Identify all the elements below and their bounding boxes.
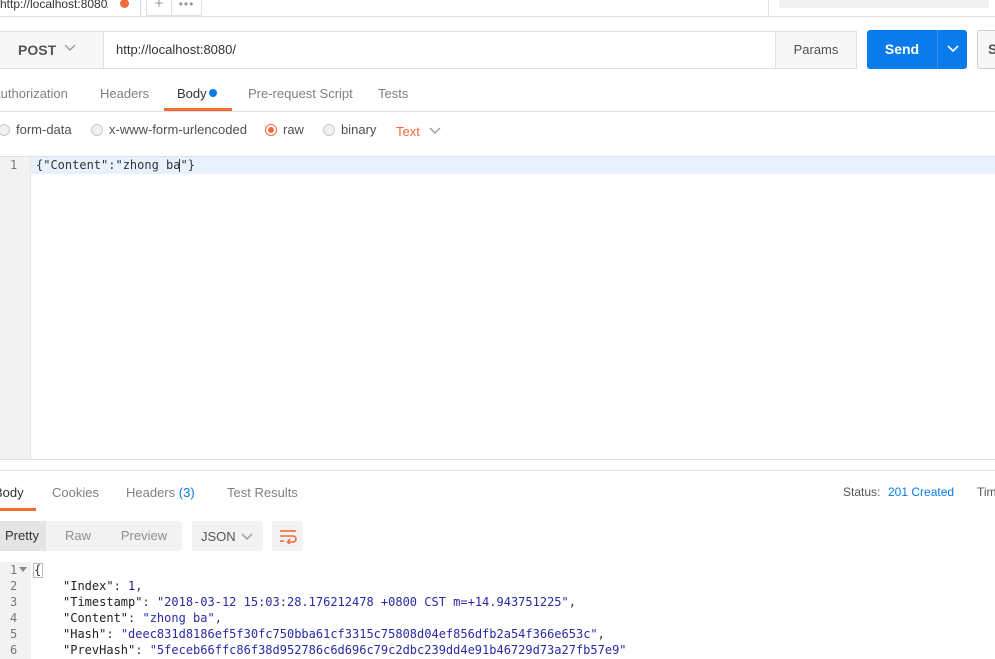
active-response-tab-underline xyxy=(0,508,36,511)
chevron-down-icon xyxy=(241,533,253,540)
method-select[interactable]: POST xyxy=(0,31,104,69)
json-colon: : xyxy=(106,627,121,641)
send-button[interactable]: Send xyxy=(867,30,937,69)
active-tab-underline xyxy=(164,108,232,111)
response-tab-cookies[interactable]: Cookies xyxy=(52,485,99,500)
json-separator: , xyxy=(568,595,576,609)
tab-headers[interactable]: Headers xyxy=(100,86,149,101)
tab-divider xyxy=(140,0,141,17)
chevron-down-icon[interactable] xyxy=(428,124,442,138)
method-label: POST xyxy=(18,42,57,58)
more-tabs-button[interactable]: ••• xyxy=(172,0,202,16)
request-editor-gutter xyxy=(0,157,31,459)
json-line: "Timestamp": "2018-03-12 15:03:28.176212… xyxy=(34,594,627,610)
tab-pre-request-script[interactable]: Pre-request Script xyxy=(248,86,353,101)
json-colon: : xyxy=(113,579,129,593)
json-key: "Timestamp" xyxy=(63,595,143,609)
radio-raw[interactable] xyxy=(265,124,277,136)
response-tab-headers[interactable]: Headers (3) xyxy=(126,485,195,500)
json-key: "Content" xyxy=(63,611,129,625)
json-separator: , xyxy=(597,627,605,641)
chevron-down-icon xyxy=(947,45,959,53)
request-body-editor[interactable] xyxy=(0,156,995,460)
unsaved-dot-icon xyxy=(120,0,129,8)
status-value[interactable]: 201 Created xyxy=(888,485,954,499)
url-input[interactable]: http://localhost:8080/ xyxy=(104,31,776,69)
json-colon: : xyxy=(142,595,157,609)
response-tab-headers-label: Headers xyxy=(126,485,176,500)
view-preview-button[interactable]: Preview xyxy=(112,521,176,551)
line-number: 6 xyxy=(10,643,18,657)
json-line: "Hash": "deec831d8186ef5f30fc750bba61cf3… xyxy=(34,626,627,642)
time-label: Time xyxy=(977,485,995,499)
view-raw-button[interactable]: Raw xyxy=(56,521,100,551)
request-tabs: Authorization Headers Body Pre-request S… xyxy=(0,80,995,112)
format-select-label: JSON xyxy=(201,529,236,544)
json-value: "5feceb66ffc86f38d952786c6d696c79c2dbc23… xyxy=(149,643,627,657)
radio-label-binary[interactable]: binary xyxy=(341,122,376,137)
line-number: 3 xyxy=(10,595,18,609)
json-value: "zhong ba" xyxy=(142,611,215,625)
body-indicator-dot-icon xyxy=(209,89,217,97)
json-lines: "Index": 1, "Timestamp": "2018-03-12 15:0… xyxy=(34,578,627,658)
response-body-code[interactable]: { "Index": 1, "Timestamp": "2018-03-12 15… xyxy=(34,562,627,658)
json-colon: : xyxy=(135,643,150,657)
json-line: "Index": 1, xyxy=(34,578,627,594)
content-type-select[interactable]: Text xyxy=(396,124,420,139)
add-tab-button[interactable]: + xyxy=(146,0,172,16)
radio-urlencoded[interactable] xyxy=(91,124,103,136)
line-number: 1 xyxy=(10,563,18,577)
environment-selector[interactable] xyxy=(779,0,989,8)
response-tab-test-results[interactable]: Test Results xyxy=(227,485,298,500)
send-options-button[interactable] xyxy=(937,30,967,69)
line-number: 5 xyxy=(10,627,18,641)
response-view-toggle: Pretty Raw Preview xyxy=(0,521,182,551)
json-key: "Hash" xyxy=(63,627,107,641)
fold-arrow-icon[interactable] xyxy=(19,566,27,574)
json-line: "Content": "zhong ba", xyxy=(34,610,627,626)
chevron-down-icon xyxy=(64,44,76,51)
format-select[interactable]: JSON xyxy=(192,521,263,551)
view-pretty-button[interactable]: Pretty xyxy=(0,521,46,551)
save-button[interactable]: Save xyxy=(977,30,995,69)
tab-body[interactable]: Body xyxy=(177,86,207,101)
request-body-code[interactable]: {"Content":"zhong ba"} xyxy=(36,157,195,174)
request-tab-active[interactable]: http://localhost:8080/ xyxy=(0,0,140,17)
request-tab-title: http://localhost:8080/ xyxy=(0,0,108,11)
wrap-lines-icon xyxy=(280,530,297,544)
line-number: 1 xyxy=(10,158,18,172)
json-separator: , xyxy=(214,611,222,625)
tab-authorization[interactable]: Authorization xyxy=(0,86,68,101)
line-number: 2 xyxy=(10,579,18,593)
wrap-lines-button[interactable] xyxy=(272,521,303,551)
json-colon: : xyxy=(128,611,143,625)
json-value: "2018-03-12 15:03:28.176212478 +0800 CST… xyxy=(156,595,569,609)
json-separator: , xyxy=(135,579,143,593)
radio-label-form-data[interactable]: form-data xyxy=(16,122,72,137)
status-label: Status: xyxy=(843,485,881,499)
json-key: "Index" xyxy=(63,579,114,593)
radio-label-urlencoded[interactable]: x-www-form-urlencoded xyxy=(109,122,247,137)
environment-divider xyxy=(768,0,769,17)
tab-tests[interactable]: Tests xyxy=(378,86,408,101)
radio-label-raw[interactable]: raw xyxy=(283,122,304,137)
json-brace: { xyxy=(34,563,42,577)
json-key: "PrevHash" xyxy=(63,643,136,657)
radio-form-data[interactable] xyxy=(0,124,10,136)
params-button[interactable]: Params xyxy=(775,31,857,69)
headers-count-badge: (3) xyxy=(178,485,195,500)
json-value: "deec831d8186ef5f30fc750bba61cf3315c7580… xyxy=(120,627,598,641)
text-caret xyxy=(179,159,180,172)
json-line: "PrevHash": "5feceb66ffc86f38d952786c6d6… xyxy=(34,642,627,658)
radio-binary[interactable] xyxy=(323,124,335,136)
response-tab-body[interactable]: Body xyxy=(0,485,24,500)
response-divider xyxy=(0,470,995,471)
line-number: 4 xyxy=(10,611,18,625)
